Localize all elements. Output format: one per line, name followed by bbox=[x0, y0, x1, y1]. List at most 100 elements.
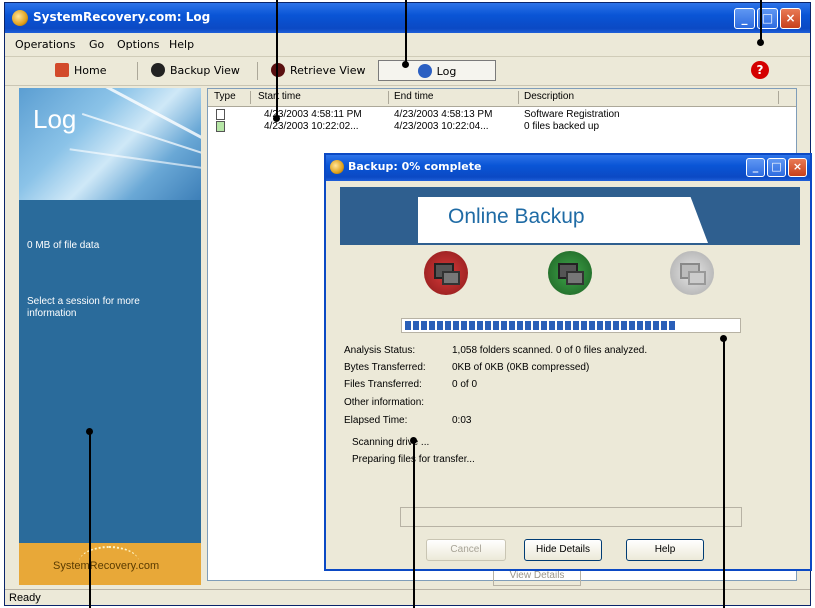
window-title: SystemRecovery.com: Log bbox=[33, 10, 211, 24]
minimize-button[interactable]: _ bbox=[734, 8, 755, 29]
menu-options[interactable]: Options bbox=[117, 38, 159, 51]
column-divider bbox=[518, 91, 519, 104]
home-icon bbox=[55, 63, 69, 77]
progress-segment bbox=[597, 321, 603, 330]
progress-segment bbox=[509, 321, 515, 330]
backup-view-label: Backup View bbox=[170, 64, 240, 77]
log-button[interactable]: Log bbox=[378, 60, 496, 81]
list-header: Type Start time End time Description bbox=[208, 89, 796, 107]
pane-title: Log bbox=[33, 104, 77, 134]
column-divider bbox=[250, 91, 251, 104]
banner-title: Online Backup bbox=[448, 205, 585, 228]
callout-dot bbox=[757, 39, 764, 46]
dialog-app-icon bbox=[330, 160, 344, 174]
analyze-step-icon bbox=[424, 251, 468, 295]
column-end-time[interactable]: End time bbox=[394, 91, 433, 102]
progress-segment bbox=[557, 321, 563, 330]
log-icon bbox=[417, 64, 432, 78]
stat-label: Other information: bbox=[344, 397, 425, 408]
progress-segment bbox=[477, 321, 483, 330]
scan-note: Scanning drive ... bbox=[352, 437, 430, 448]
progress-segment bbox=[517, 321, 523, 330]
stat-label: Analysis Status: bbox=[344, 345, 416, 356]
cancel-button[interactable]: Cancel bbox=[426, 539, 506, 561]
progress-segment bbox=[421, 321, 427, 330]
callout-line bbox=[89, 430, 91, 608]
stat-value: 0KB of 0KB (0KB compressed) bbox=[452, 362, 590, 373]
dialog-title-bar[interactable]: Backup: 0% complete _ □ × bbox=[326, 155, 810, 181]
progress-segment bbox=[637, 321, 643, 330]
progress-segment bbox=[573, 321, 579, 330]
progress-segment bbox=[669, 321, 675, 330]
home-button[interactable]: Home bbox=[55, 60, 106, 81]
dialog-maximize-button[interactable]: □ bbox=[767, 158, 786, 177]
retrieve-view-label: Retrieve View bbox=[290, 64, 366, 77]
progress-segment bbox=[621, 321, 627, 330]
callout-line bbox=[760, 0, 762, 42]
column-start-time[interactable]: Start time bbox=[258, 91, 301, 102]
transfer-step-icon bbox=[548, 251, 592, 295]
help-icon[interactable]: ? bbox=[751, 61, 769, 79]
callout-dot bbox=[410, 437, 417, 444]
dialog-close-button[interactable]: × bbox=[788, 158, 807, 177]
toolbar-separator bbox=[257, 62, 258, 80]
logo-footer: SystemRecovery.com bbox=[19, 543, 201, 585]
progress-segment bbox=[413, 321, 419, 330]
backup-log-icon bbox=[216, 121, 225, 132]
progress-segment bbox=[493, 321, 499, 330]
callout-line bbox=[276, 0, 278, 118]
progress-segment bbox=[653, 321, 659, 330]
progress-segment bbox=[469, 321, 475, 330]
title-bar[interactable]: SystemRecovery.com: Log _ □ × bbox=[5, 3, 810, 33]
complete-step-icon bbox=[670, 251, 714, 295]
row-description: 0 files backed up bbox=[524, 121, 600, 132]
close-button[interactable]: × bbox=[780, 8, 801, 29]
progress-segment bbox=[429, 321, 435, 330]
row-description: Software Registration bbox=[524, 109, 620, 120]
stat-value: 0:03 bbox=[452, 415, 472, 426]
progress-segment bbox=[581, 321, 587, 330]
retrieve-view-button[interactable]: Retrieve View bbox=[271, 60, 365, 81]
callout-line bbox=[405, 0, 407, 64]
backup-view-button[interactable]: Backup View bbox=[151, 60, 240, 81]
menu-operations[interactable]: Operations bbox=[15, 38, 75, 51]
progress-segment bbox=[525, 321, 531, 330]
retrieve-icon bbox=[271, 63, 285, 77]
progress-segment bbox=[629, 321, 635, 330]
stat-label: Bytes Transferred: bbox=[344, 362, 426, 373]
brand-logo: SystemRecovery.com bbox=[53, 560, 160, 572]
progress-segment bbox=[485, 321, 491, 330]
menu-bar: Operations Go Options Help bbox=[5, 34, 810, 57]
row-end: 4/23/2003 4:58:13 PM bbox=[394, 109, 493, 120]
stat-value: 1,058 folders scanned. 0 of 0 files anal… bbox=[452, 345, 648, 356]
callout-line bbox=[723, 338, 725, 608]
column-type[interactable]: Type bbox=[214, 91, 236, 102]
menu-go[interactable]: Go bbox=[89, 38, 104, 51]
callout-dot bbox=[86, 428, 93, 435]
backup-icon bbox=[151, 63, 165, 77]
stat-value: 0 of 0 bbox=[452, 379, 478, 390]
progress-segment bbox=[461, 321, 467, 330]
left-pane: Log 0 MB of file data Select a session f… bbox=[19, 88, 201, 585]
backup-progress-bar bbox=[401, 318, 741, 333]
stat-label: Files Transferred: bbox=[344, 379, 422, 390]
app-icon bbox=[12, 10, 28, 26]
column-divider bbox=[388, 91, 389, 104]
progress-segment bbox=[565, 321, 571, 330]
progress-segment bbox=[445, 321, 451, 330]
progress-segment bbox=[437, 321, 443, 330]
progress-segment bbox=[645, 321, 651, 330]
file-data-info: 0 MB of file data bbox=[27, 240, 100, 251]
log-label: Log bbox=[436, 65, 457, 78]
help-button[interactable]: Help bbox=[626, 539, 704, 561]
dialog-minimize-button[interactable]: _ bbox=[746, 158, 765, 177]
session-hint: Select a session for more information bbox=[27, 296, 140, 319]
menu-help[interactable]: Help bbox=[169, 38, 194, 51]
home-label: Home bbox=[74, 64, 107, 77]
hide-details-button[interactable]: Hide Details bbox=[524, 539, 602, 561]
stat-label: Elapsed Time: bbox=[344, 415, 408, 426]
toolbar-separator bbox=[137, 62, 138, 80]
callout-dot bbox=[720, 335, 727, 342]
progress-segment bbox=[605, 321, 611, 330]
column-description[interactable]: Description bbox=[524, 91, 574, 102]
